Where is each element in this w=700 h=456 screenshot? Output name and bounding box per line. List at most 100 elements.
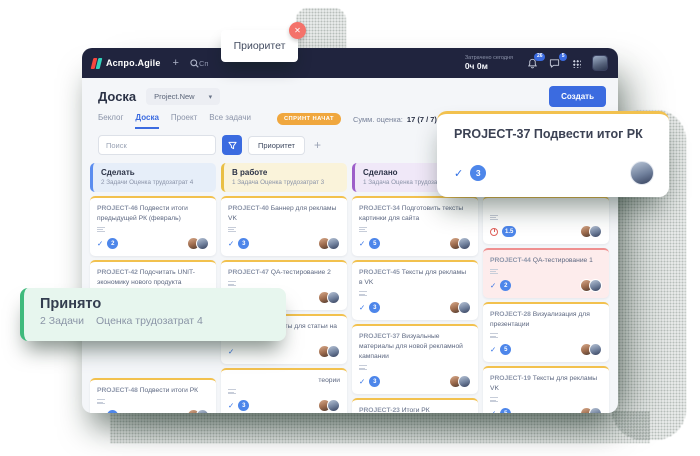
sprint-status-badge: СПРИНТ НАЧАТ xyxy=(277,113,341,125)
card-title: PROJECT-44 QA-тестирование 1 xyxy=(490,256,602,266)
card-title: PROJECT-48 Подвести итоги РК xyxy=(97,386,209,396)
avatar xyxy=(327,291,340,304)
status-column-popover: Принято 2 Задачи Оценка трудозатрат 4 xyxy=(20,288,286,341)
check-icon: ✓ xyxy=(359,239,365,248)
kanban-card-project-48[interactable]: PROJECT-48 Подвести итоги РК ✓3 xyxy=(90,378,216,413)
card-id: PROJECT-37 xyxy=(454,127,530,141)
estimate-badge: 3 xyxy=(369,302,380,313)
check-icon: ✓ xyxy=(359,303,365,312)
assignee-avatars xyxy=(449,375,471,388)
tab-project[interactable]: Проект xyxy=(171,113,197,129)
stage: Аспро.Agile + Сп Затрачено сегодня 0ч 0м… xyxy=(0,0,700,456)
card-title: PROJECT-42 Подсчитать UNIT-экономику нов… xyxy=(97,268,209,288)
estimate-badge: 3 xyxy=(470,165,486,181)
check-icon: ✓ xyxy=(490,281,496,290)
board-column-4: 1.5PROJECT-44 QA-тестирование 1✓2PROJECT… xyxy=(483,163,609,413)
column-header: В работе1 Задача Оценка трудозатрат 3 xyxy=(221,163,347,192)
tab-board[interactable]: Доска xyxy=(135,113,158,129)
estimate-badge: 3 xyxy=(238,238,249,249)
search-icon[interactable] xyxy=(190,59,199,68)
sprint-summary: Сумм. оценка: 17 (7 / 7) ? xyxy=(353,115,450,124)
tab-backlog[interactable]: Беклог xyxy=(98,113,123,129)
kanban-card-project-44[interactable]: PROJECT-44 QA-тестирование 1✓2 xyxy=(483,248,609,298)
project-select-value: Project.New xyxy=(154,92,194,101)
assignee-avatars xyxy=(318,399,340,412)
assignee-avatars xyxy=(449,301,471,314)
card-id: PROJECT-46 xyxy=(97,205,140,212)
column-meta: 2 Задачи Оценка трудозатрат 4 xyxy=(101,179,208,186)
kanban-card-project-34[interactable]: PROJECT-34 Подготовить тексты картинки д… xyxy=(352,196,478,256)
check-icon: ✓ xyxy=(228,239,234,248)
card-id: PROJECT-47 xyxy=(228,269,271,276)
kanban-card[interactable]: 1.5 xyxy=(483,196,609,244)
card-title-text: QA-тестирование 1 xyxy=(533,257,593,264)
user-avatar[interactable] xyxy=(592,55,608,71)
card-popover-title: PROJECT-37 Подвести итог РК xyxy=(454,127,652,141)
kanban-card-project-46[interactable]: PROJECT-46 Подвести итоги предыдущей РК … xyxy=(90,196,216,256)
column-name: В работе xyxy=(232,168,339,177)
card-id: PROJECT-45 xyxy=(359,269,402,276)
card-title: PROJECT-34 Подготовить тексты картинки д… xyxy=(359,204,471,224)
check-icon: ✓ xyxy=(97,411,103,413)
estimate-badge: 2 xyxy=(500,280,511,291)
assignee-avatars xyxy=(318,291,340,304)
card-footer: ✓3 xyxy=(359,375,471,388)
filter-button[interactable] xyxy=(222,135,242,155)
card-footer: ✓3 xyxy=(97,409,209,413)
status-popover-title: Принято xyxy=(40,296,270,312)
card-preview-popover[interactable]: PROJECT-37 Подвести итог РК ✓ 3 xyxy=(437,111,669,197)
avatar xyxy=(458,375,471,388)
close-icon[interactable]: ✕ xyxy=(289,22,306,39)
priority-filter-chip[interactable]: Приоритет xyxy=(248,136,305,155)
card-title: PROJECT-40 Баннер для рекламы VK xyxy=(228,204,340,224)
board-column-3: Сделано1 Задача Оценка трудозатратPROJEC… xyxy=(352,163,478,413)
card-id: PROJECT-44 xyxy=(490,257,533,264)
assignee-avatars xyxy=(187,409,209,413)
project-select[interactable]: Project.New ▾ xyxy=(146,88,220,105)
notifications-bell-icon[interactable]: 26 xyxy=(526,57,539,70)
card-title: PROJECT-28 Визуализация для презентации xyxy=(490,310,602,330)
card-title-text: теории xyxy=(318,377,340,384)
avatar xyxy=(327,345,340,358)
search-input[interactable] xyxy=(98,135,216,155)
time-value: 0ч 0м xyxy=(465,61,513,71)
card-footer: ✓3 xyxy=(359,301,471,314)
add-icon[interactable]: + xyxy=(173,57,179,69)
kanban-card[interactable]: теории✓3 xyxy=(221,368,347,413)
kanban-card-project-45[interactable]: PROJECT-45 Тексты для рекламы в VK✓3 xyxy=(352,260,478,320)
kanban-card-project-28[interactable]: PROJECT-28 Визуализация для презентации ✓… xyxy=(483,302,609,362)
card-footer: ✓2 xyxy=(97,237,209,250)
card-footer: ✓2 xyxy=(490,279,602,292)
description-icon xyxy=(490,269,498,274)
avatar xyxy=(589,279,602,292)
estimate-badge: 2 xyxy=(107,238,118,249)
column-name: Сделать xyxy=(101,168,208,177)
card-title-text: Итоги РК xyxy=(402,407,430,413)
assignee-avatars xyxy=(318,237,340,250)
tab-all-tasks[interactable]: Все задачи xyxy=(209,113,251,129)
apps-grid-icon[interactable] xyxy=(570,57,583,70)
clock-icon xyxy=(490,228,498,236)
create-button[interactable]: Создать xyxy=(549,86,606,107)
description-icon xyxy=(359,291,367,296)
kanban-card-project-37[interactable]: PROJECT-37 Визуальные материалы для ново… xyxy=(352,324,478,394)
kanban-card-project-19[interactable]: PROJECT-19 Тексты для рекламы VK✓5 xyxy=(483,366,609,413)
card-title: PROJECT-47 QA-тестирование 2 xyxy=(228,268,340,278)
description-icon xyxy=(490,215,498,220)
avatar xyxy=(589,225,602,238)
kanban-card-project-23[interactable]: PROJECT-23 Итоги РК✓5 xyxy=(352,398,478,413)
kanban-card-project-40[interactable]: PROJECT-40 Баннер для рекламы VK ✓ 3 xyxy=(221,196,347,256)
card-title: PROJECT-19 Тексты для рекламы VK xyxy=(490,374,602,394)
assignee-avatars xyxy=(187,237,209,250)
add-filter-button[interactable]: + xyxy=(311,138,324,152)
card-title-text: Подвести итог РК xyxy=(534,127,643,141)
card-title: PROJECT-46 Подвести итоги предыдущей РК … xyxy=(97,204,209,224)
estimate-badge: 1.5 xyxy=(502,226,516,237)
avatar xyxy=(458,237,471,250)
card-title-text: QA-тестирование 2 xyxy=(271,269,331,276)
check-icon: ✓ xyxy=(490,345,496,354)
avatar xyxy=(458,301,471,314)
messages-icon[interactable]: 5 xyxy=(548,57,561,70)
card-id: PROJECT-34 xyxy=(359,205,402,212)
card-title: PROJECT-23 Итоги РК xyxy=(359,406,471,413)
